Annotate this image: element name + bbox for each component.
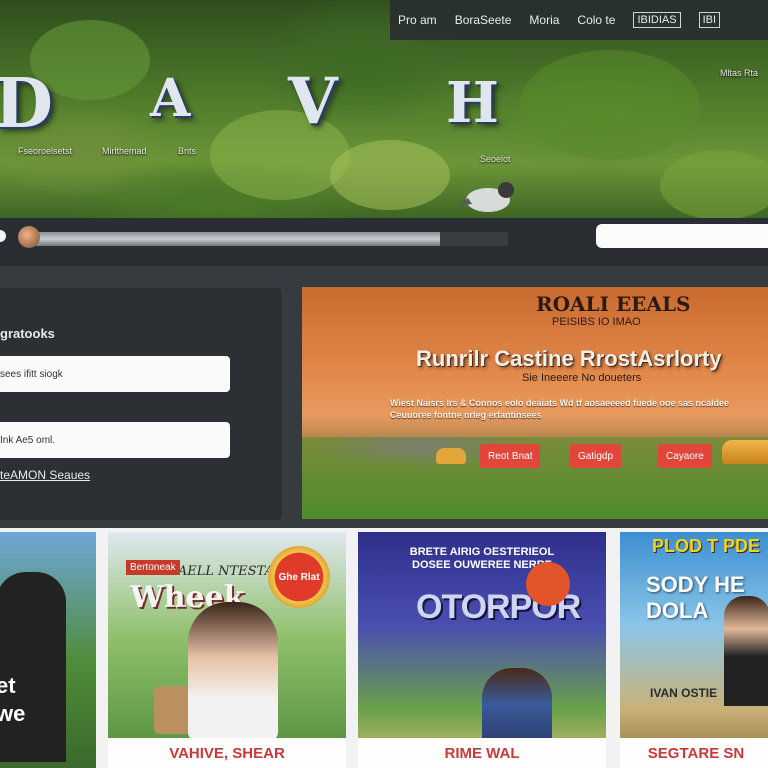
nav-item-contact[interactable]: Colo te (577, 13, 615, 27)
form-field-1[interactable] (0, 356, 230, 392)
site-logo[interactable]: D A V H (0, 64, 520, 144)
promo-sub2: Sie Ineeere No doueters (522, 372, 642, 384)
page: Pro am BoraSeete Moria Colo te IBIDIAS I… (0, 0, 768, 768)
logo-letter-1: D (0, 64, 53, 144)
hero-caption-5: Seoelot (480, 154, 511, 164)
search-input[interactable] (596, 224, 768, 248)
card-heading: PLOD T PDE (652, 536, 761, 556)
hero-caption-3: Bnts (178, 146, 197, 156)
logo-letter-4: H (446, 70, 499, 136)
card-caption[interactable]: SEGTARE SN (620, 738, 768, 768)
hero-banner: Pro am BoraSeete Moria Colo te IBIDIAS I… (0, 0, 768, 218)
signup-panel (0, 288, 282, 520)
nav-item-home[interactable]: Pro am (398, 13, 437, 27)
character-illustration (526, 562, 570, 606)
card-person-photo (188, 602, 278, 742)
card-person-photo (482, 668, 552, 748)
card-caption[interactable]: VAHIVE, SHEAR (108, 738, 346, 768)
progress-fill (22, 232, 440, 246)
content-card-4[interactable]: PLOD T PDE SODY HE DOLA IVAN OSTIE SEGTA… (620, 532, 768, 768)
form-title: gratooks (0, 326, 55, 341)
content-card-1[interactable]: et we (0, 532, 96, 768)
seal-icon: Ghe Rlat (268, 546, 330, 608)
bird-icon (458, 182, 514, 212)
logo-letter-2: A (150, 68, 191, 129)
promo-headline: Runrilr Castine RrostAsrlorty (416, 346, 722, 371)
nav-item-browse[interactable]: BoraSeete (455, 13, 512, 27)
card-caption[interactable]: RIME WAL (358, 738, 606, 768)
hero-caption-2: Mirlthemad (102, 146, 147, 156)
card-overlay-text: et we (0, 673, 26, 726)
promo-button-3[interactable]: Cayaore (658, 444, 712, 468)
nav-item-boxed-1[interactable]: IBIDIAS (633, 12, 681, 28)
car-icon-small (436, 448, 466, 464)
seal-text: Ghe Rlat (278, 571, 320, 583)
card-sign-text: IVAN OSTIE (650, 686, 718, 700)
card-tag: Bertoneak (126, 560, 180, 575)
progress-track[interactable] (22, 232, 508, 246)
content-card-3[interactable]: BRETE AIRIG OESTERIEOL DOSEE OUWEREE NER… (358, 532, 606, 768)
nav-item-boxed-2[interactable]: IBI (698, 12, 721, 28)
form-field-2[interactable] (0, 422, 230, 458)
card-person-photo (724, 596, 768, 706)
promo-title: ROALI EEALS (536, 292, 691, 316)
content-card-2[interactable]: TROHAAELL NTESTATION Bertoneak Wheek Ghe… (108, 532, 346, 768)
promo-subtitle: PEISIBS IO IMAO (552, 316, 641, 328)
promo-button-2[interactable]: Gatigdp (570, 444, 622, 468)
promo-description: Wiest Naisrs Irs & Connos eolo deaiats W… (390, 398, 730, 420)
hero-caption-4: Mltas Rta (720, 68, 759, 78)
car-icon (722, 440, 768, 464)
logo-letter-3: V (288, 64, 338, 139)
top-nav: Pro am BoraSeete Moria Colo te IBIDIAS I… (390, 0, 768, 40)
promo-button-1[interactable]: Reot Bnat (480, 444, 541, 468)
hero-caption-1: Fseoroelsetst (18, 146, 73, 156)
slider-handle[interactable] (18, 226, 40, 248)
nav-item-more[interactable]: Moria (529, 13, 559, 27)
card-person-photo (0, 572, 66, 762)
form-link[interactable]: teAMON Seaues (0, 468, 90, 482)
